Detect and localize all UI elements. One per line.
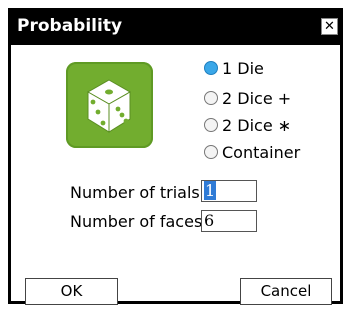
radio-selected-icon[interactable]: [204, 61, 218, 75]
option-2-dice-multiply[interactable]: 2 Dice ∗: [204, 115, 291, 135]
close-icon: ✕: [324, 19, 335, 34]
probability-dialog: Probability ✕ 1 Die 2 Dice + 2 Dice ∗ Co…: [8, 8, 343, 305]
option-container[interactable]: Container: [204, 142, 300, 162]
radio-icon[interactable]: [204, 145, 218, 159]
option-label: Container: [222, 142, 301, 162]
ok-button[interactable]: OK: [25, 278, 118, 305]
trials-label: Number of trials: [70, 183, 200, 202]
dialog-title: Probability: [17, 16, 123, 36]
faces-input[interactable]: 6: [201, 210, 257, 232]
option-1-die[interactable]: 1 Die: [204, 58, 264, 78]
option-label: 2 Dice +: [222, 88, 292, 108]
close-button[interactable]: ✕: [321, 18, 338, 35]
dice-icon: [66, 62, 153, 148]
trials-input[interactable]: 1: [201, 180, 257, 202]
dialog-content: 1 Die 2 Dice + 2 Dice ∗ Container Number…: [11, 45, 340, 305]
option-2-dice-plus[interactable]: 2 Dice +: [204, 88, 291, 108]
faces-label: Number of faces: [70, 212, 203, 231]
option-label: 2 Dice ∗: [222, 115, 292, 135]
option-label: 1 Die: [222, 58, 264, 78]
trials-value: 1: [204, 181, 217, 200]
faces-value: 6: [204, 211, 215, 230]
cancel-button[interactable]: Cancel: [240, 278, 332, 305]
radio-icon[interactable]: [204, 91, 218, 105]
dialog-titlebar: Probability ✕: [8, 8, 343, 45]
radio-icon[interactable]: [204, 118, 218, 132]
